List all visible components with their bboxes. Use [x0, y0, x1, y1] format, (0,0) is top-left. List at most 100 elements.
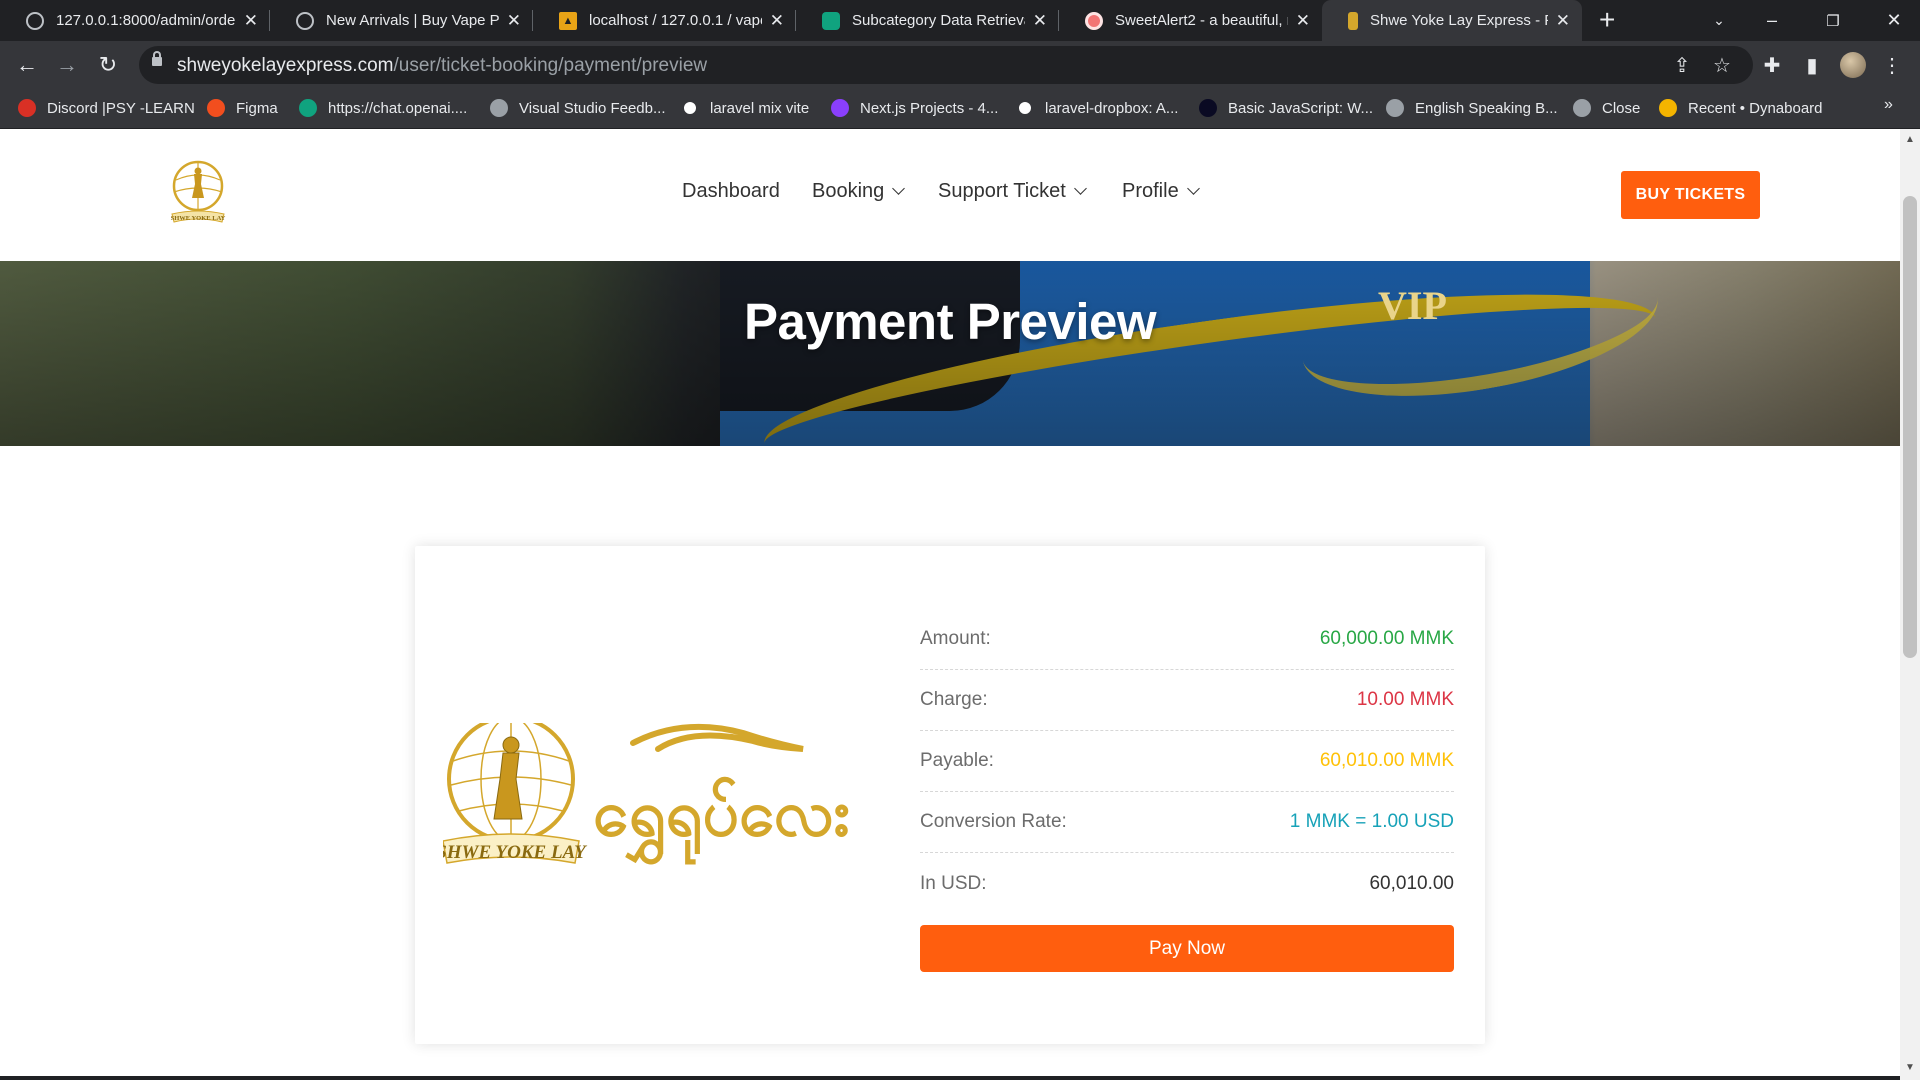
- bookmark-star-icon[interactable]: ☆: [1708, 51, 1736, 79]
- nav-booking-label: Booking: [812, 180, 885, 202]
- payment-row-label: Payable:: [920, 750, 994, 771]
- url-text[interactable]: shweyokelayexpress.com/user/ticket-booki…: [177, 55, 707, 77]
- buy-tickets-button[interactable]: BUY TICKETS: [1621, 171, 1760, 219]
- chatgpt-icon: [299, 99, 317, 117]
- bookmark-item[interactable]: laravel-dropbox: A...: [1016, 96, 1178, 120]
- close-window-icon[interactable]: ✕: [1870, 0, 1918, 41]
- payment-row-value: 60,000.00 MMK: [1319, 628, 1454, 649]
- browser-tab[interactable]: ▲ localhost / 127.0.0.1 / vape_ ✕: [533, 0, 796, 41]
- bookmark-label: Discord |PSY -LEARN: [47, 99, 195, 117]
- scroll-up-icon[interactable]: ▲: [1905, 134, 1915, 145]
- tab-title: Shwe Yoke Lay Express - Pa: [1370, 12, 1548, 29]
- more-bookmarks-icon[interactable]: »: [1884, 96, 1893, 114]
- close-icon[interactable]: ✕: [1296, 11, 1310, 31]
- tab-search-icon[interactable]: ⌄: [1695, 0, 1743, 41]
- phpmyadmin-icon: ▲: [559, 11, 577, 30]
- bookmark-item[interactable]: Recent • Dynaboard: [1659, 96, 1823, 120]
- lock-icon[interactable]: [152, 51, 162, 66]
- discord-icon: [18, 99, 36, 117]
- close-icon[interactable]: ✕: [244, 11, 258, 31]
- payment-row-value: 1 MMK = 1.00 USD: [1289, 811, 1454, 832]
- nav-dashboard-label: Dashboard: [682, 180, 780, 202]
- github-icon: [681, 99, 699, 117]
- globe-icon: [1573, 99, 1591, 117]
- nav-profile[interactable]: Profile: [1122, 180, 1200, 203]
- tab-title: New Arrivals | Buy Vape Pro: [326, 12, 499, 29]
- back-icon[interactable]: ←: [11, 49, 43, 81]
- bookmark-label: laravel-dropbox: A...: [1045, 99, 1179, 117]
- hero-banner: [0, 261, 1900, 446]
- close-icon[interactable]: ✕: [507, 11, 521, 31]
- close-icon[interactable]: ✕: [770, 11, 784, 31]
- nav-dashboard[interactable]: Dashboard: [682, 180, 780, 203]
- payment-row-label: Conversion Rate:: [920, 811, 1067, 832]
- new-tab-icon[interactable]: +: [1599, 4, 1615, 36]
- bookmark-item[interactable]: English Speaking B...: [1386, 96, 1558, 120]
- restore-icon[interactable]: ❐: [1809, 0, 1857, 41]
- globe-icon: [296, 11, 314, 30]
- payment-row: Payable: 60,010.00 MMK: [920, 731, 1454, 792]
- chevron-down-icon: [1073, 182, 1087, 195]
- payment-row-value: 60,010.00 MMK: [1319, 750, 1454, 771]
- forward-icon[interactable]: →: [51, 49, 83, 81]
- brand-latin-text: SHWE YOKE LAY: [443, 842, 588, 863]
- nav-booking[interactable]: Booking: [812, 180, 906, 203]
- bookmark-item[interactable]: Close: [1573, 96, 1640, 120]
- globe-icon: [26, 11, 44, 30]
- browser-tab[interactable]: SweetAlert2 - a beautiful, re ✕: [1059, 0, 1322, 41]
- sweetalert-icon: [1085, 11, 1103, 30]
- chevron-down-icon: [892, 182, 906, 195]
- url-path: /user/ticket-booking/payment/preview: [393, 55, 708, 76]
- payment-row: Amount: 60,000.00 MMK: [920, 609, 1454, 670]
- payment-row-label: Charge:: [920, 689, 988, 710]
- browser-tab[interactable]: Subcategory Data Retrieval ✕: [796, 0, 1059, 41]
- bookmark-label: Figma: [236, 99, 278, 117]
- nav-support-label: Support Ticket: [938, 180, 1066, 202]
- freecodecamp-icon: [1199, 99, 1217, 117]
- pay-now-button[interactable]: Pay Now: [920, 925, 1454, 972]
- site-logo[interactable]: SHWE YOKE LAY: [166, 160, 230, 228]
- payment-row-value: 10.00 MMK: [1356, 689, 1454, 710]
- bookmark-item[interactable]: https://chat.openai....: [299, 96, 467, 120]
- nav-profile-label: Profile: [1122, 180, 1179, 202]
- bookmark-item[interactable]: laravel mix vite: [681, 96, 809, 120]
- bookmark-item[interactable]: Figma: [207, 96, 278, 120]
- brand-logo-large: SHWE YOKE LAY ရွှေရုပ်လေး: [443, 723, 850, 864]
- nextjs-icon: [831, 99, 849, 117]
- browser-tab[interactable]: New Arrivals | Buy Vape Pro ✕: [270, 0, 533, 41]
- brand-myanmar-text: ရွှေရုပ်လေး: [593, 776, 850, 864]
- bookmark-label: Next.js Projects - 4...: [860, 99, 999, 117]
- bookmark-item[interactable]: Next.js Projects - 4...: [831, 96, 998, 120]
- menu-kebab-icon[interactable]: ⋮: [1878, 51, 1906, 79]
- extensions-icon[interactable]: ✚: [1758, 51, 1786, 79]
- bookmark-label: Visual Studio Feedb...: [519, 99, 666, 117]
- avatar[interactable]: [1839, 51, 1867, 79]
- url-host: shweyokelayexpress.com: [177, 55, 394, 76]
- browser-tab[interactable]: 127.0.0.1:8000/admin/orders ✕: [0, 0, 270, 41]
- bookmark-label: English Speaking B...: [1415, 99, 1558, 117]
- taskbar-edge: [0, 1076, 1900, 1080]
- scroll-down-icon[interactable]: ▼: [1905, 1062, 1915, 1073]
- close-icon[interactable]: ✕: [1033, 11, 1047, 31]
- globe-icon: [1386, 99, 1404, 117]
- nav-support-ticket[interactable]: Support Ticket: [938, 180, 1087, 203]
- bookmark-item[interactable]: Discord |PSY -LEARN: [18, 96, 195, 120]
- payment-row-label: Amount:: [920, 628, 991, 649]
- side-panel-icon[interactable]: ▮: [1798, 51, 1826, 79]
- payment-row-value: 60,010.00: [1369, 872, 1454, 894]
- feedback-icon: [490, 99, 508, 117]
- scrollbar-thumb[interactable]: [1903, 196, 1917, 658]
- minimize-icon[interactable]: –: [1748, 0, 1796, 41]
- shwe-yoke-lay-icon: [1348, 11, 1358, 30]
- tab-title: localhost / 127.0.0.1 / vape_: [589, 12, 762, 29]
- svg-text:SHWE YOKE LAY: SHWE YOKE LAY: [171, 215, 226, 222]
- close-icon[interactable]: ✕: [1556, 11, 1570, 31]
- figma-icon: [207, 99, 225, 117]
- tab-title: SweetAlert2 - a beautiful, re: [1115, 12, 1288, 29]
- share-icon[interactable]: ⇪: [1668, 51, 1696, 79]
- bookmark-item[interactable]: Basic JavaScript: W...: [1199, 96, 1373, 120]
- banner-overlay: [0, 261, 1900, 446]
- browser-tab-active[interactable]: Shwe Yoke Lay Express - Pa ✕: [1322, 0, 1582, 41]
- reload-icon[interactable]: ↻: [92, 49, 124, 81]
- bookmark-item[interactable]: Visual Studio Feedb...: [490, 96, 665, 120]
